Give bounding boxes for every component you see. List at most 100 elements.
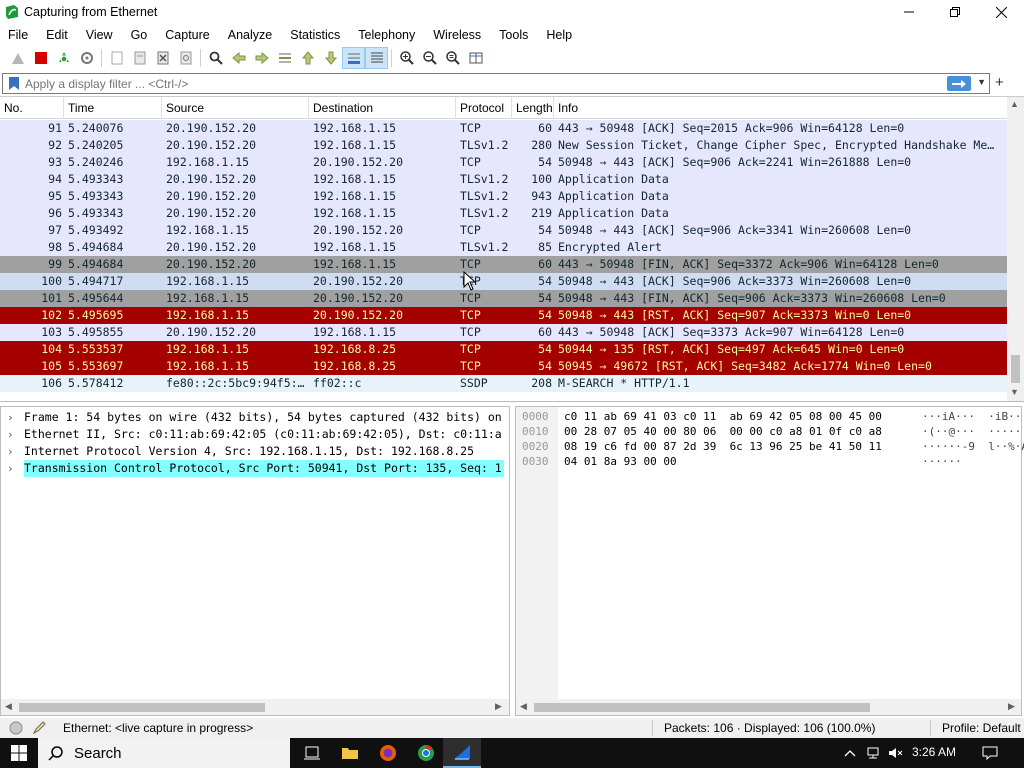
go-forward-button[interactable] xyxy=(250,47,273,69)
packet-list-scrollbar[interactable]: ▲ ▼ xyxy=(1007,97,1024,401)
column-no[interactable]: No. xyxy=(0,97,64,119)
bytes-ascii[interactable]: ······ xyxy=(922,455,962,470)
menu-analyze[interactable]: Analyze xyxy=(219,28,281,42)
resize-columns-button[interactable] xyxy=(464,47,487,69)
bytes-ascii[interactable]: ···iA··· ·iB···E· xyxy=(922,410,1024,425)
packet-row[interactable]: 102 5.495695 192.168.1.15 20.190.152.20 TCP 5… xyxy=(0,307,1007,324)
capture-comment-icon[interactable] xyxy=(32,720,47,735)
close-file-button[interactable] xyxy=(151,47,174,69)
chevron-right-icon[interactable]: › xyxy=(7,460,14,477)
bytes-ascii[interactable]: ······-9 l··%·AP· xyxy=(922,440,1024,455)
chrome-button[interactable] xyxy=(407,738,445,768)
scrollbar-thumb[interactable] xyxy=(19,703,265,712)
restart-capture-button[interactable] xyxy=(52,47,75,69)
expert-info-icon[interactable] xyxy=(9,721,23,735)
scrollbar-thumb[interactable] xyxy=(1011,355,1020,383)
scroll-left-icon[interactable]: ◀ xyxy=(5,701,12,712)
bytes-hex[interactable]: c0 11 ab 69 41 03 c0 11 ab 69 42 05 08 0… xyxy=(564,410,882,425)
file-explorer-button[interactable] xyxy=(331,738,369,768)
go-first-packet-button[interactable] xyxy=(296,47,319,69)
zoom-out-button[interactable] xyxy=(418,47,441,69)
zoom-in-button[interactable] xyxy=(395,47,418,69)
save-file-button[interactable] xyxy=(128,47,151,69)
column-destination[interactable]: Destination xyxy=(309,97,456,119)
display-filter-input[interactable] xyxy=(25,74,925,93)
menu-go[interactable]: Go xyxy=(122,28,157,42)
packet-row[interactable]: 106 5.578412 fe80::2c:5bc9:94f5:… ff02::c SS… xyxy=(0,375,1007,392)
go-back-button[interactable] xyxy=(227,47,250,69)
find-packet-button[interactable] xyxy=(204,47,227,69)
add-filter-button[interactable]: + xyxy=(995,74,1004,91)
bytes-hex[interactable]: 00 28 07 05 40 00 80 06 00 00 c0 a8 01 0… xyxy=(564,425,882,440)
start-capture-button[interactable] xyxy=(6,47,29,69)
column-source[interactable]: Source xyxy=(162,97,309,119)
detail-tree-item[interactable]: › Internet Protocol Version 4, Src: 192.1… xyxy=(1,443,508,460)
go-to-packet-button[interactable] xyxy=(273,47,296,69)
packet-row[interactable]: 98 5.494684 20.190.152.20 192.168.1.15 TLSv1… xyxy=(0,239,1007,256)
detail-tree-item[interactable]: › Ethernet II, Src: c0:11:ab:69:42:05 (c0… xyxy=(1,426,508,443)
scroll-down-icon[interactable]: ▼ xyxy=(1010,387,1019,397)
packet-row[interactable]: 97 5.493492 192.168.1.15 20.190.152.20 TCP 54… xyxy=(0,222,1007,239)
packet-row[interactable]: 105 5.553697 192.168.1.15 192.168.8.25 TCP 54… xyxy=(0,358,1007,375)
packet-row[interactable]: 96 5.493343 20.190.152.20 192.168.1.15 TLSv1… xyxy=(0,205,1007,222)
menu-edit[interactable]: Edit xyxy=(37,28,77,42)
column-info[interactable]: Info xyxy=(554,97,1007,119)
menu-help[interactable]: Help xyxy=(537,28,581,42)
column-length[interactable]: Length xyxy=(512,97,554,119)
colorize-button[interactable] xyxy=(365,47,388,69)
packet-row[interactable]: 103 5.495855 20.190.152.20 192.168.1.15 TCP 6… xyxy=(0,324,1007,341)
scroll-left-icon[interactable]: ◀ xyxy=(520,701,527,712)
menu-tools[interactable]: Tools xyxy=(490,28,537,42)
scroll-right-icon[interactable]: ▶ xyxy=(1008,701,1015,712)
bytes-hex[interactable]: 08 19 c6 fd 00 87 2d 39 6c 13 96 25 be 4… xyxy=(564,440,882,455)
filter-history-dropdown[interactable]: ▼ xyxy=(977,77,986,87)
bytes-horizontal-scrollbar[interactable]: ◀ ▶ xyxy=(516,699,1021,715)
packet-row[interactable]: 95 5.493343 20.190.152.20 192.168.1.15 TLSv1… xyxy=(0,188,1007,205)
menu-telephony[interactable]: Telephony xyxy=(349,28,424,42)
go-last-packet-button[interactable] xyxy=(319,47,342,69)
packet-row[interactable]: 104 5.553537 192.168.1.15 192.168.8.25 TCP 54… xyxy=(0,341,1007,358)
bookmark-icon[interactable] xyxy=(7,76,21,91)
packet-row[interactable]: 93 5.240246 192.168.1.15 20.190.152.20 TCP 54… xyxy=(0,154,1007,171)
detail-tree-item[interactable]: › Frame 1: 54 bytes on wire (432 bits), 5… xyxy=(1,409,508,426)
network-tray-button[interactable] xyxy=(866,745,882,761)
capture-options-button[interactable] xyxy=(75,47,98,69)
column-protocol[interactable]: Protocol xyxy=(456,97,512,119)
bytes-ascii[interactable]: ·(··@··· ········ xyxy=(922,425,1024,440)
start-button[interactable] xyxy=(0,738,38,768)
task-view-button[interactable] xyxy=(293,738,331,768)
show-hidden-icons-button[interactable] xyxy=(842,745,858,761)
detail-tree-item[interactable]: › Transmission Control Protocol, Src Port… xyxy=(1,460,508,477)
normal-size-button[interactable] xyxy=(441,47,464,69)
wireshark-taskbar-button[interactable] xyxy=(443,738,481,768)
packet-row[interactable]: 91 5.240076 20.190.152.20 192.168.1.15 TCP 60… xyxy=(0,120,1007,137)
menu-view[interactable]: View xyxy=(77,28,122,42)
stop-capture-button[interactable] xyxy=(29,47,52,69)
reload-file-button[interactable] xyxy=(174,47,197,69)
details-horizontal-scrollbar[interactable]: ◀ ▶ xyxy=(1,699,509,715)
menu-statistics[interactable]: Statistics xyxy=(281,28,349,42)
scroll-up-icon[interactable]: ▲ xyxy=(1010,99,1019,109)
firefox-button[interactable] xyxy=(369,738,407,768)
profile-status[interactable]: Profile: Default xyxy=(942,721,1021,735)
packet-row[interactable]: 94 5.493343 20.190.152.20 192.168.1.15 TLSv1… xyxy=(0,171,1007,188)
packet-row[interactable]: 1005.494717192.168.1.1520.190.152.20TCP5… xyxy=(0,273,1007,290)
menu-file[interactable]: File xyxy=(0,28,37,42)
apply-filter-button[interactable] xyxy=(947,76,971,91)
autoscroll-button[interactable] xyxy=(342,47,365,69)
minimize-button[interactable] xyxy=(886,0,932,24)
column-time[interactable]: Time xyxy=(64,97,162,119)
chevron-right-icon[interactable]: › xyxy=(7,426,14,443)
packet-row[interactable]: 99 5.494684 20.190.152.20 192.168.1.15 TCP 60… xyxy=(0,256,1007,273)
taskbar-search-box[interactable]: Search xyxy=(38,738,290,768)
menu-capture[interactable]: Capture xyxy=(156,28,218,42)
action-center-button[interactable] xyxy=(982,745,998,761)
packet-row[interactable]: 92 5.240205 20.190.152.20 192.168.1.15 TLSv1… xyxy=(0,137,1007,154)
menu-wireless[interactable]: Wireless xyxy=(424,28,490,42)
taskbar-clock[interactable]: 3:26 AM xyxy=(912,745,956,759)
chevron-right-icon[interactable]: › xyxy=(7,409,14,426)
scroll-right-icon[interactable]: ▶ xyxy=(495,701,502,712)
scrollbar-thumb[interactable] xyxy=(534,703,870,712)
close-button[interactable] xyxy=(978,0,1024,24)
bytes-hex[interactable]: 04 01 8a 93 00 00 xyxy=(564,455,677,470)
